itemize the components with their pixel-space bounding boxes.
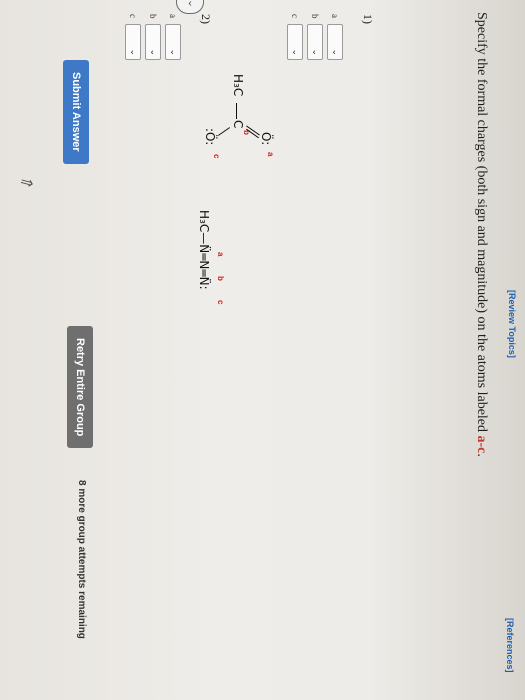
mouse-cursor-icon: ⇖ [16, 171, 37, 193]
azide-chain: N̈═N═N̈: [197, 244, 211, 290]
question-page: [Review Topics] [References] Specify the… [0, 0, 525, 700]
problem-2-number: 2) [199, 14, 213, 24]
attempts-remaining: 8 more group attempts remaining [76, 480, 87, 639]
methyl-group: H₃C [231, 74, 245, 97]
answer-row-b: b ⌄ [143, 14, 163, 60]
submit-answer-button[interactable]: Submit Answer [63, 60, 89, 164]
problem-1-answers: a ⌄ b ⌄ c ⌄ [285, 14, 345, 60]
screen-photo: [Review Topics] [References] Specify the… [0, 0, 525, 700]
charge-select-1c[interactable]: ⌄ [287, 24, 303, 60]
bottom-oxygen: :Ö: [203, 128, 217, 146]
chevron-down-icon: ⌄ [169, 48, 179, 56]
chevron-down-icon: ⌄ [149, 48, 159, 56]
atom-label-c: c [216, 300, 225, 305]
bond-c-c [236, 103, 237, 119]
retry-group-button[interactable]: Retry Entire Group [67, 326, 93, 449]
answer-row-a: a ⌄ [325, 14, 345, 60]
references-link[interactable]: [References] [505, 618, 515, 673]
atom-label-c: c [212, 154, 221, 159]
charge-select-1b[interactable]: ⌄ [307, 24, 323, 60]
answer-row-c: c ⌄ [123, 14, 143, 60]
bond-c-o-bottom [217, 127, 231, 136]
problem-2-answers: a ⌄ b ⌄ c ⌄ [123, 14, 183, 60]
atom-label-a: a [216, 252, 225, 257]
question-prompt: Specify the formal charges (both sign an… [474, 12, 489, 457]
chevron-down-icon: ⌄ [331, 48, 341, 56]
top-oxygen: Ö: [259, 132, 273, 146]
charge-select-1a[interactable]: ⌄ [327, 24, 343, 60]
atom-label-a: a [266, 152, 275, 157]
bond-c-n: — [197, 232, 211, 245]
atom-range-highlight: a-c [474, 435, 489, 454]
charge-select-2a[interactable]: ⌄ [165, 24, 181, 60]
problem-1-number: 1) [361, 14, 375, 24]
answer-row-a: a ⌄ [163, 14, 183, 60]
charge-select-2c[interactable]: ⌄ [125, 24, 141, 60]
charge-select-2b[interactable]: ⌄ [145, 24, 161, 60]
answer-row-b: b ⌄ [305, 14, 325, 60]
chevron-down-icon: ⌄ [311, 48, 321, 56]
chevron-down-icon: ⌄ [129, 48, 139, 56]
review-topics-link[interactable]: [Review Topics] [507, 290, 517, 358]
carbonyl-carbon: C [231, 120, 245, 129]
methyl-group: H₃C [197, 210, 211, 233]
atom-label-b: b [216, 276, 225, 281]
chevron-down-icon: ⌄ [291, 48, 301, 56]
answer-row-c: c ⌄ [285, 14, 305, 60]
problem-2-structure: a b c H₃C—N̈═N═N̈: [195, 210, 225, 304]
